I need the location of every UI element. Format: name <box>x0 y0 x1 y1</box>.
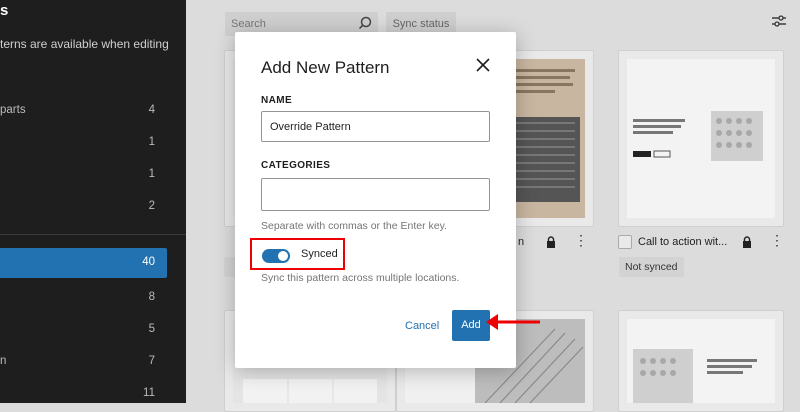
name-label: NAME <box>261 95 293 106</box>
name-field[interactable]: Override Pattern <box>261 111 490 142</box>
sidebar-description: terns are available when editing <box>0 37 169 51</box>
pattern-card-preview[interactable] <box>618 50 784 227</box>
pattern-select-checkbox[interactable] <box>618 235 632 249</box>
filter-options-icon[interactable] <box>772 14 786 32</box>
sync-help-text: Sync this pattern across multiple locati… <box>261 272 460 284</box>
sidebar: s terns are available when editing parts… <box>0 0 186 403</box>
categories-field[interactable] <box>261 178 490 211</box>
sidebar-item[interactable]: 8 <box>0 283 167 313</box>
dialog-title: Add New Pattern <box>261 58 390 77</box>
sidebar-item-count: 2 <box>148 200 155 212</box>
sidebar-item-parts[interactable]: parts 4 <box>0 96 167 126</box>
sidebar-item[interactable]: n 7 <box>0 347 167 377</box>
sidebar-item[interactable]: 1 <box>0 128 167 158</box>
more-options-icon[interactable]: ⋮ <box>770 232 784 249</box>
categories-label: CATEGORIES <box>261 160 331 171</box>
call-to-action-preview <box>633 111 763 161</box>
sidebar-item-count: 8 <box>148 291 155 303</box>
cancel-button[interactable]: Cancel <box>405 320 439 332</box>
more-options-icon[interactable]: ⋮ <box>574 232 588 249</box>
close-icon[interactable] <box>476 58 490 72</box>
toggle-knob <box>278 251 288 261</box>
sidebar-item-count: 11 <box>143 387 155 399</box>
search-icon[interactable] <box>358 16 372 33</box>
journey-preview <box>633 349 757 403</box>
sidebar-item[interactable]: 1 <box>0 160 167 190</box>
sidebar-item[interactable]: 5 <box>0 315 167 345</box>
sidebar-item-label: n <box>0 355 7 367</box>
sidebar-item-count: 7 <box>148 355 155 367</box>
lock-icon <box>742 235 752 253</box>
synced-toggle-highlight: Synced <box>250 238 345 270</box>
annotation-arrow-icon <box>484 312 542 337</box>
add-new-pattern-dialog: Add New Pattern NAME Override Pattern CA… <box>235 32 516 368</box>
pattern-card-preview[interactable] <box>618 310 784 412</box>
pattern-thumbnail <box>627 319 775 403</box>
sync-status-badge: Not synced <box>619 257 684 277</box>
sidebar-title: s <box>0 2 9 19</box>
sidebar-divider <box>0 234 186 235</box>
categories-help-text: Separate with commas or the Enter key. <box>261 220 447 232</box>
pattern-card-title[interactable]: n <box>518 236 524 248</box>
sidebar-item-label: parts <box>0 104 26 116</box>
pattern-thumbnail <box>627 59 775 218</box>
sidebar-item[interactable]: 11 <box>0 379 167 409</box>
synced-label: Synced <box>301 248 338 260</box>
sidebar-item-count: 1 <box>148 136 155 148</box>
sidebar-item[interactable]: 2 <box>0 192 167 222</box>
sidebar-item-count: 5 <box>148 323 155 335</box>
search-placeholder: Search <box>231 18 266 30</box>
lock-icon <box>546 235 556 253</box>
sidebar-item-count: 4 <box>148 104 155 116</box>
pattern-card-title[interactable]: Call to action wit... <box>638 236 727 248</box>
sidebar-item-count: 1 <box>148 168 155 180</box>
sidebar-item-count: 40 <box>142 256 155 268</box>
synced-toggle[interactable] <box>262 249 290 263</box>
sidebar-item-active[interactable]: 40 <box>0 248 167 278</box>
